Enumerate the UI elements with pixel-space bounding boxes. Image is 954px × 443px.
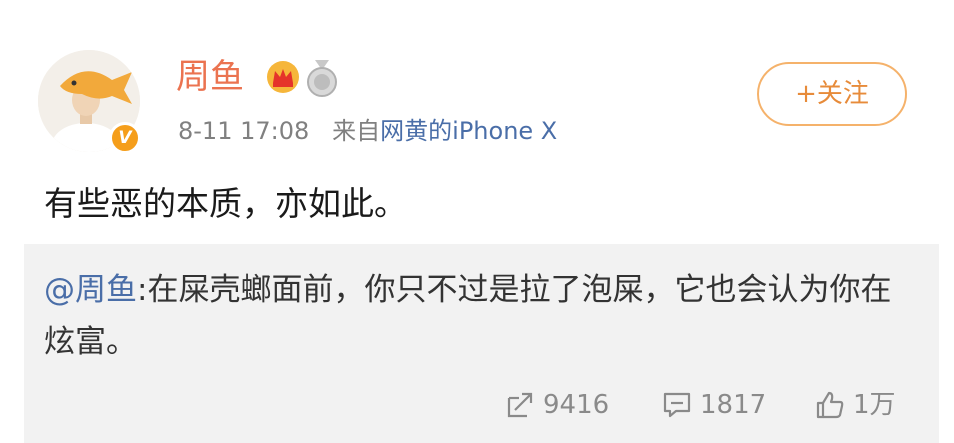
repost-text: @周鱼:在屎壳螂面前，你只不过是拉了泡屎，它也会认为你在炫富。 (44, 264, 904, 368)
repost-icon (507, 392, 533, 418)
post-source[interactable]: 网黄的iPhone X (380, 117, 557, 145)
repost-count: 9416 (543, 390, 610, 420)
repost-body: :在屎壳螂面前，你只不过是拉了泡屎，它也会认为你在炫富。 (44, 272, 892, 360)
like-action[interactable]: 1万 (815, 385, 896, 425)
source-prefix: 来自 (332, 117, 381, 145)
post-meta: 8-11 17:08 来自网黄的iPhone X (178, 114, 557, 148)
post-text: 有些恶的本质，亦如此。 (44, 184, 407, 223)
repost-mention[interactable]: @周鱼 (44, 272, 137, 308)
crown-icon[interactable] (266, 60, 300, 98)
comment-action[interactable]: 1817 (662, 385, 766, 425)
comment-count: 1817 (700, 390, 767, 420)
thumbs-up-icon (816, 391, 844, 419)
like-count: 1万 (853, 390, 896, 420)
verified-badge-icon: V (109, 122, 141, 154)
medal-icon[interactable] (305, 58, 339, 102)
author-name[interactable]: 周鱼 (176, 55, 244, 99)
repost-action[interactable]: 9416 (505, 385, 609, 425)
follow-button[interactable]: +关注 (757, 62, 907, 126)
post-time: 8-11 17:08 (178, 117, 310, 145)
comment-icon (663, 392, 691, 418)
